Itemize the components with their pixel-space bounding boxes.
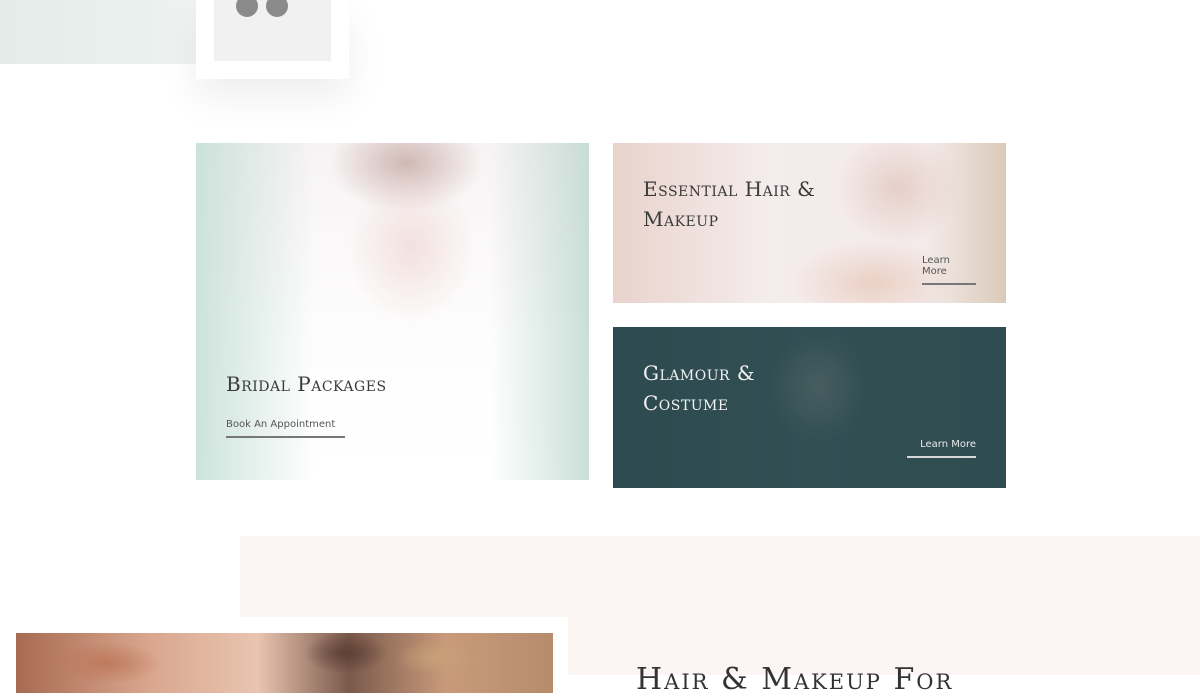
glamour-title-line2: Costume (643, 391, 729, 415)
glamour-learn-more-link[interactable]: Learn More (907, 439, 976, 458)
testimonial-quote-frame (196, 0, 349, 79)
bridal-packages-title: Bridal Packages (226, 372, 387, 396)
book-appointment-link[interactable]: Book An Appointment (226, 419, 345, 438)
essential-title-line2: Makeup (643, 207, 719, 231)
essential-card-title: Essential Hair & Makeup (643, 174, 815, 234)
bottom-photo (16, 633, 553, 693)
glamour-title-line1: Glamour & (643, 361, 756, 385)
quote-box (214, 0, 331, 61)
quote-mark-icon (236, 0, 288, 17)
bottom-image-frame (0, 617, 568, 693)
essential-title-line1: Essential Hair & (643, 177, 816, 201)
essential-hair-makeup-card[interactable]: Essential Hair & Makeup Learn More (613, 143, 1006, 303)
glamour-costume-card[interactable]: Glamour & Costume Learn More (613, 327, 1006, 488)
bridal-packages-card[interactable]: Bridal Packages Book An Appointment (196, 143, 589, 480)
essential-learn-more-link[interactable]: Learn More (922, 255, 976, 285)
section-heading: Hair & Makeup For (636, 662, 954, 697)
glamour-card-title: Glamour & Costume (643, 358, 755, 418)
